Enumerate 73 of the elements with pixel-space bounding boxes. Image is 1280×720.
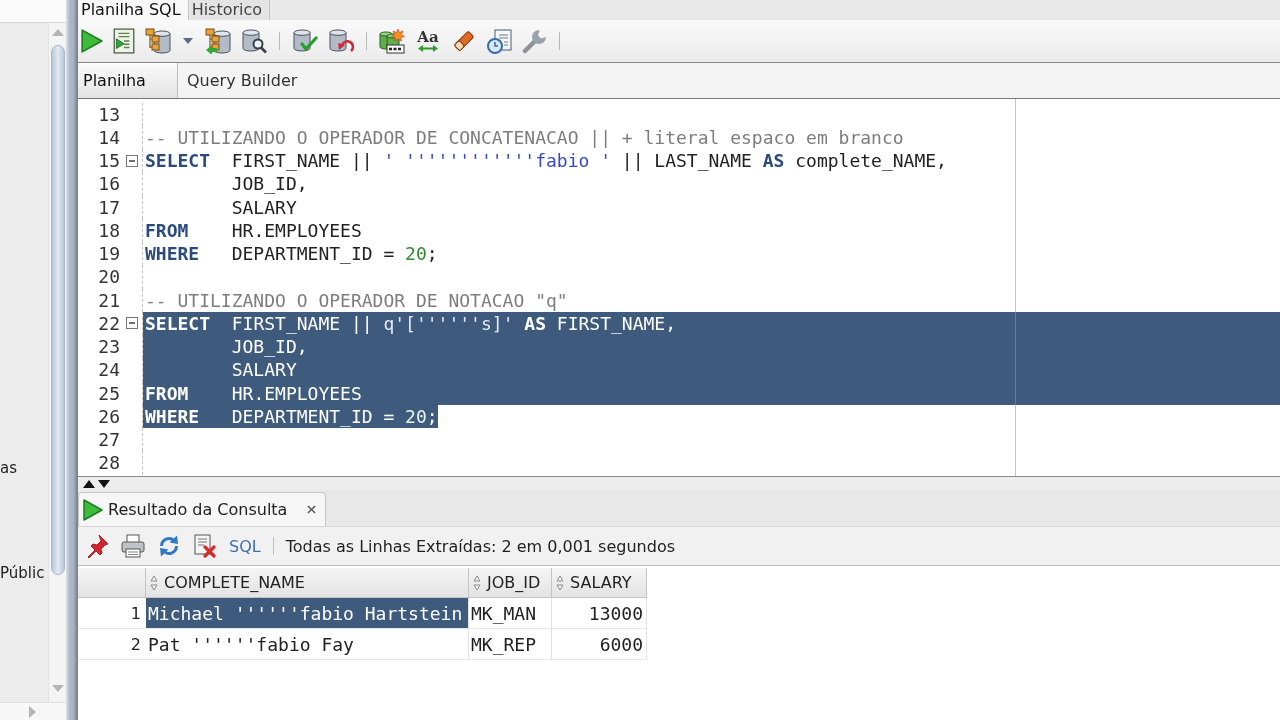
column-header[interactable]: JOB_ID [469, 568, 552, 598]
database-tree-arrow-icon[interactable] [205, 28, 231, 54]
code-line: -- UTILIZANDO O OPERADOR DE CONCATENACAO || + literal espaco em branco [144, 125, 904, 149]
line-number: 13 [97, 102, 120, 126]
line-number: 27 [97, 428, 120, 452]
database-star-icon[interactable] [379, 28, 405, 54]
line-number: 23 [97, 335, 120, 359]
database-curved-arrow-icon[interactable] [328, 28, 354, 54]
pushpin-icon[interactable] [85, 534, 109, 558]
play-icon [83, 498, 103, 521]
play-icon[interactable] [81, 29, 103, 53]
database-tree-icon[interactable] [145, 28, 171, 54]
scrollbar-thumb[interactable] [50, 45, 65, 575]
panel-header [0, 0, 66, 23]
document-tab[interactable]: Planilha SQL [78, 0, 189, 20]
collapse-icon[interactable] [126, 154, 138, 167]
document-play-icon[interactable] [113, 28, 135, 54]
table-cell[interactable]: Michael ''''''fabio Hartstein [146, 598, 469, 629]
line-number: 18 [97, 218, 120, 242]
database-check-icon[interactable] [292, 28, 318, 54]
triangle-up-icon[interactable] [83, 479, 95, 488]
sql-link[interactable]: SQL [229, 536, 261, 556]
sort-icon[interactable] [473, 574, 481, 591]
change-case-button[interactable]: Aa [415, 30, 441, 52]
line-number: 17 [97, 195, 120, 219]
refresh-icon[interactable] [157, 534, 181, 558]
code-line: -- UTILIZANDO O OPERADOR DE NOTACAO "q" [144, 288, 568, 312]
code-line: SELECT FIRST_NAME || ' ''''''''''''fabio ' || LAST_NAME AS complete_NAME, [144, 149, 947, 173]
line-number: 19 [97, 242, 120, 266]
line-number: 25 [97, 381, 120, 405]
row-number-header [78, 568, 146, 598]
close-icon[interactable] [307, 505, 316, 514]
line-number: 26 [97, 404, 120, 428]
horizontal-scrollbar[interactable] [0, 702, 66, 720]
sort-icon[interactable] [150, 574, 158, 591]
table-cell[interactable]: 6000 [552, 629, 647, 660]
table-cell[interactable]: 13000 [552, 598, 647, 629]
line-number: 24 [97, 358, 120, 382]
row-number: 2 [78, 629, 146, 660]
table-cell[interactable]: Pat ''''''fabio Fay [146, 629, 469, 660]
results-tab[interactable]: Resultado da Consulta [78, 492, 326, 526]
editor-tab[interactable]: Planilha [78, 63, 178, 98]
tree-item[interactable]: Públic [0, 563, 45, 583]
wrench-icon[interactable] [522, 28, 547, 54]
column-header[interactable]: SALARY [552, 568, 647, 598]
clock-document-icon[interactable] [487, 28, 512, 54]
line-number: 22 [97, 311, 120, 335]
database-magnifier-icon[interactable] [241, 28, 267, 54]
line-number: 20 [97, 265, 120, 289]
code-line: FROM HR.EMPLOYEES [144, 218, 362, 242]
code-line: JOB_ID, [230, 172, 308, 196]
document-tab[interactable]: Historico [188, 0, 271, 20]
document-cross-icon[interactable] [193, 534, 217, 558]
column-header[interactable]: COMPLETE_NAME [146, 568, 469, 598]
code-line: WHERE DEPARTMENT_ID = 20; [144, 242, 438, 266]
tree-item[interactable]: as [0, 458, 17, 478]
line-number: 28 [97, 451, 120, 475]
caret-icon[interactable] [183, 38, 193, 44]
status-text: Todas as Linhas Extraídas: 2 em 0,001 segundos [285, 536, 675, 556]
sort-icon[interactable] [556, 574, 564, 591]
line-number: 14 [97, 125, 120, 149]
table-cell[interactable]: MK_REP [469, 629, 552, 660]
printer-icon[interactable] [121, 534, 145, 558]
vertical-scrollbar[interactable] [48, 23, 66, 702]
line-number: 15 [97, 149, 120, 173]
collapse-icon[interactable] [126, 317, 138, 330]
table-cell[interactable]: MK_MAN [469, 598, 552, 629]
line-number: 21 [97, 288, 120, 312]
line-number: 16 [97, 172, 120, 196]
double-arrow-icon [418, 45, 438, 52]
triangle-down-icon[interactable] [98, 479, 110, 488]
code-line: SALARY [230, 195, 297, 219]
editor-tab[interactable]: Query Builder [178, 63, 307, 98]
